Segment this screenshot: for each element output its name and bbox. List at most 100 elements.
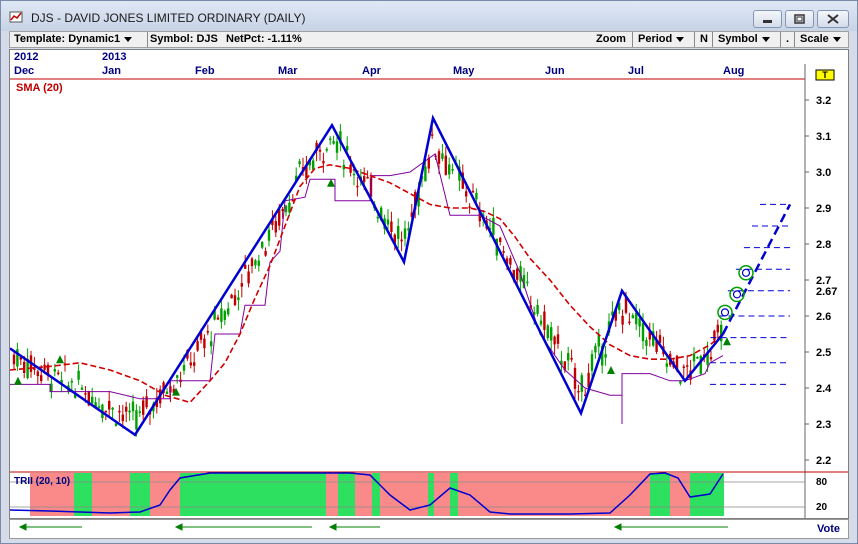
candle-body bbox=[70, 381, 73, 383]
chart-canvas[interactable]: Dec Jan Feb Mar Apr May Jun Jul Aug 2012 2013 SM… bbox=[9, 50, 848, 518]
candle-body bbox=[53, 369, 56, 372]
month-label: Aug bbox=[723, 65, 744, 77]
title-bar: DJS - DAVID JONES LIMITED ORDINARY (DAIL… bbox=[1, 1, 857, 31]
stop-line bbox=[10, 153, 724, 424]
close-icon bbox=[827, 14, 839, 24]
candle-body bbox=[250, 258, 254, 267]
period-dropdown[interactable]: Period bbox=[638, 33, 685, 45]
price-tick-label: 2.4 bbox=[816, 383, 832, 395]
candle-body bbox=[386, 219, 390, 225]
candle-body bbox=[165, 391, 169, 394]
indicator-lines bbox=[9, 114, 792, 437]
candle-body bbox=[628, 321, 631, 324]
candle-body bbox=[138, 411, 141, 413]
scale-dropdown[interactable]: Scale bbox=[800, 33, 841, 45]
candle-body bbox=[539, 320, 543, 325]
candle-body bbox=[284, 205, 288, 213]
candle-body bbox=[621, 315, 624, 325]
candle-body bbox=[220, 308, 223, 323]
oscillator-band-red bbox=[670, 473, 690, 516]
minimize-button[interactable] bbox=[753, 10, 782, 28]
dot-button[interactable]: . bbox=[786, 33, 789, 45]
candle-body bbox=[240, 283, 243, 287]
candle-body bbox=[125, 406, 128, 412]
divider bbox=[694, 32, 695, 47]
vote-arrow-head bbox=[613, 523, 622, 531]
sma-label: SMA (20) bbox=[16, 82, 63, 94]
candle-body bbox=[448, 164, 451, 175]
chart-toolbar: Template: Dynamic1 Symbol: DJS NetPct: -… bbox=[9, 31, 849, 48]
candle-body bbox=[189, 362, 192, 366]
chevron-down-icon bbox=[832, 36, 841, 42]
candle-body bbox=[128, 410, 131, 413]
candle-body bbox=[298, 161, 301, 165]
month-label: Feb bbox=[195, 65, 215, 77]
oscillator-label: TRII (20, 10) bbox=[14, 476, 70, 487]
signal-ring-icon bbox=[729, 286, 745, 303]
candle-body bbox=[492, 217, 495, 236]
current-marker-label: T bbox=[822, 70, 828, 80]
candle-body bbox=[431, 134, 434, 136]
candle-body bbox=[471, 190, 475, 193]
candle-body bbox=[281, 209, 284, 211]
scale-label: Scale bbox=[800, 33, 829, 45]
oscillator-band-green bbox=[338, 473, 355, 516]
signal-ring-inner bbox=[741, 268, 751, 277]
year-label-2012: 2012 bbox=[14, 51, 38, 63]
candle-body bbox=[638, 318, 641, 327]
candle-body bbox=[91, 396, 94, 404]
candle-body bbox=[274, 221, 277, 233]
candle-body bbox=[468, 206, 471, 208]
candle-body bbox=[50, 383, 53, 392]
candle-body bbox=[257, 260, 260, 266]
oscillator-band-green bbox=[650, 473, 670, 516]
chart-app-icon bbox=[9, 11, 23, 23]
month-label: Jan bbox=[102, 65, 121, 77]
candle-body bbox=[366, 176, 369, 179]
candle-body bbox=[206, 331, 209, 333]
oscillator-band-green bbox=[372, 473, 380, 516]
signal-markers bbox=[14, 178, 754, 396]
window-title: DJS - DAVID JONES LIMITED ORDINARY (DAIL… bbox=[31, 11, 306, 25]
candle-body bbox=[193, 362, 196, 366]
buy-arrow-icon bbox=[327, 178, 335, 187]
symbol-info: Symbol: DJS bbox=[150, 33, 218, 45]
oscillator-tick-80: 80 bbox=[816, 477, 828, 488]
close-button[interactable] bbox=[817, 10, 849, 28]
month-label: Apr bbox=[362, 65, 382, 77]
candle-body bbox=[244, 264, 247, 269]
projection-levels bbox=[710, 203, 790, 385]
candle-body bbox=[645, 340, 648, 346]
candle-body bbox=[713, 330, 716, 341]
buy-arrow-icon bbox=[607, 366, 615, 374]
chevron-down-icon bbox=[676, 36, 685, 42]
oscillator-band-green bbox=[180, 473, 326, 516]
candle-body bbox=[332, 140, 335, 144]
restore-button[interactable] bbox=[785, 10, 814, 28]
candle-body bbox=[247, 271, 250, 284]
price-chart[interactable]: Dec Jan Feb Mar Apr May Jun Jul Aug 2012 2013 SM… bbox=[9, 49, 849, 519]
candle-body bbox=[397, 226, 400, 239]
buy-arrow-icon bbox=[56, 355, 64, 364]
candle-body bbox=[499, 237, 502, 242]
candle-body bbox=[325, 149, 328, 151]
minimize-icon bbox=[763, 20, 772, 23]
candle-body bbox=[237, 297, 240, 301]
symbol-dropdown[interactable]: Symbol bbox=[718, 33, 770, 45]
price-tick-label: 2.5 bbox=[816, 347, 831, 359]
price-tick-label: 2.2 bbox=[816, 455, 831, 467]
oscillator-panel bbox=[9, 472, 805, 516]
candle-body bbox=[203, 338, 206, 349]
price-axis: 3.23.13.02.92.82.72.62.52.42.32.2 bbox=[805, 95, 832, 467]
candle-body bbox=[111, 407, 114, 410]
month-label: Jun bbox=[545, 65, 565, 77]
template-dropdown[interactable]: Template: Dynamic1 bbox=[14, 33, 133, 45]
candle-body bbox=[641, 323, 645, 342]
oscillator-band-red bbox=[150, 473, 180, 516]
netpct-info: NetPct: -1.11% bbox=[226, 33, 302, 45]
candle-body bbox=[553, 336, 556, 345]
n-button[interactable]: N bbox=[700, 33, 708, 45]
candle-body bbox=[57, 372, 60, 375]
zoom-button[interactable]: Zoom bbox=[596, 33, 626, 45]
price-tick-label: 3.0 bbox=[816, 167, 831, 179]
